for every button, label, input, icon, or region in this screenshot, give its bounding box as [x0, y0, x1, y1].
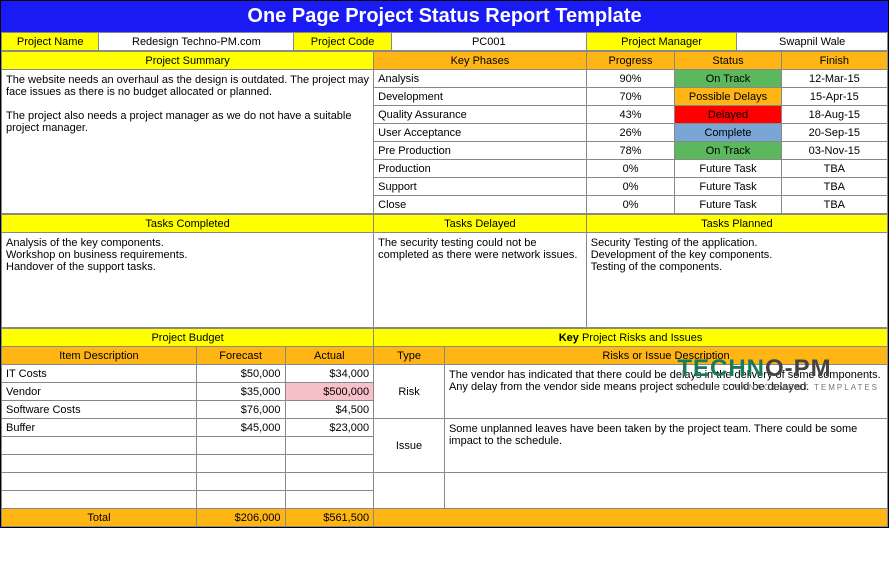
- budget-actual: $500,000: [285, 383, 374, 401]
- budget-total-label: Total: [2, 509, 197, 527]
- key-phases-header: Key Phases: [374, 52, 587, 70]
- phase-finish: TBA: [781, 160, 887, 178]
- phase-progress: 43%: [586, 106, 675, 124]
- status-header: Status: [675, 52, 781, 70]
- risk-type-header: Type: [374, 347, 445, 365]
- budget-item: [2, 473, 197, 491]
- phase-progress: 0%: [586, 178, 675, 196]
- budget-item: [2, 437, 197, 455]
- project-code-value: PC001: [391, 33, 586, 51]
- summary-phases: Project Summary Key Phases Progress Stat…: [1, 51, 888, 214]
- phase-status: Complete: [675, 124, 781, 142]
- risk-total-spacer: [374, 509, 888, 527]
- tasks-delayed-header: Tasks Delayed: [374, 215, 587, 233]
- phase-name: Development: [374, 88, 587, 106]
- budget-actual: $34,000: [285, 365, 374, 383]
- tasks-delayed-text: The security testing could not be comple…: [374, 233, 587, 328]
- risks-header: Key Project Risks and Issues: [374, 329, 888, 347]
- tasks-completed-text: Analysis of the key components.Workshop …: [2, 233, 374, 328]
- phase-finish: TBA: [781, 196, 887, 214]
- budget-risks: Project Budget Key Project Risks and Iss…: [1, 328, 888, 527]
- phase-progress: 26%: [586, 124, 675, 142]
- budget-forecast: $76,000: [196, 401, 285, 419]
- phase-progress: 0%: [586, 196, 675, 214]
- budget-item: IT Costs: [2, 365, 197, 383]
- project-budget-header: Project Budget: [2, 329, 374, 347]
- project-manager-value: Swapnil Wale: [737, 33, 888, 51]
- risk-desc: The vendor has indicated that there coul…: [444, 365, 887, 419]
- budget-actual: $23,000: [285, 419, 374, 437]
- tasks-section: Tasks Completed Tasks Delayed Tasks Plan…: [1, 214, 888, 328]
- item-desc-header: Item Description: [2, 347, 197, 365]
- budget-forecast: [196, 473, 285, 491]
- project-summary-text: The website needs an overhaul as the des…: [2, 70, 374, 214]
- budget-item: Vendor: [2, 383, 197, 401]
- phase-status: Future Task: [675, 160, 781, 178]
- budget-actual: [285, 473, 374, 491]
- phase-finish: 12-Mar-15: [781, 70, 887, 88]
- phase-status: Possible Delays: [675, 88, 781, 106]
- phase-name: Close: [374, 196, 587, 214]
- actual-header: Actual: [285, 347, 374, 365]
- risk-type-empty: [374, 473, 445, 509]
- info-row: Project Name Redesign Techno-PM.com Proj…: [1, 32, 888, 51]
- phase-finish: 03-Nov-15: [781, 142, 887, 160]
- tasks-planned-text: Security Testing of the application.Deve…: [586, 233, 887, 328]
- phase-name: Support: [374, 178, 587, 196]
- phase-status: On Track: [675, 70, 781, 88]
- budget-forecast: [196, 455, 285, 473]
- progress-header: Progress: [586, 52, 675, 70]
- forecast-header: Forecast: [196, 347, 285, 365]
- risk-desc-header: Risks or Issue Description: [444, 347, 887, 365]
- phase-progress: 70%: [586, 88, 675, 106]
- project-summary-header: Project Summary: [2, 52, 374, 70]
- report-title: One Page Project Status Report Template: [1, 1, 888, 32]
- budget-actual: [285, 437, 374, 455]
- tasks-planned-header: Tasks Planned: [586, 215, 887, 233]
- budget-actual: $4,500: [285, 401, 374, 419]
- phase-finish: 20-Sep-15: [781, 124, 887, 142]
- budget-total-actual: $561,500: [285, 509, 374, 527]
- finish-header: Finish: [781, 52, 887, 70]
- tasks-completed-header: Tasks Completed: [2, 215, 374, 233]
- phase-progress: 0%: [586, 160, 675, 178]
- budget-item: [2, 455, 197, 473]
- phase-progress: 90%: [586, 70, 675, 88]
- budget-actual: [285, 491, 374, 509]
- phase-name: Analysis: [374, 70, 587, 88]
- budget-actual: [285, 455, 374, 473]
- budget-forecast: $45,000: [196, 419, 285, 437]
- budget-forecast: $50,000: [196, 365, 285, 383]
- budget-forecast: $35,000: [196, 383, 285, 401]
- phase-status: Future Task: [675, 178, 781, 196]
- phase-name: User Acceptance: [374, 124, 587, 142]
- risk-type: Issue: [374, 419, 445, 473]
- project-code-label: Project Code: [294, 33, 391, 51]
- budget-forecast: [196, 491, 285, 509]
- budget-total-forecast: $206,000: [196, 509, 285, 527]
- project-name-value: Redesign Techno-PM.com: [99, 33, 294, 51]
- report-container: One Page Project Status Report Template …: [0, 0, 889, 528]
- phase-progress: 78%: [586, 142, 675, 160]
- phase-name: Production: [374, 160, 587, 178]
- risk-type: Risk: [374, 365, 445, 419]
- phase-name: Quality Assurance: [374, 106, 587, 124]
- budget-forecast: [196, 437, 285, 455]
- budget-item: Software Costs: [2, 401, 197, 419]
- phase-status: On Track: [675, 142, 781, 160]
- risk-desc-empty: [444, 473, 887, 509]
- budget-item: Buffer: [2, 419, 197, 437]
- phase-name: Pre Production: [374, 142, 587, 160]
- phase-finish: 15-Apr-15: [781, 88, 887, 106]
- phase-status: Future Task: [675, 196, 781, 214]
- budget-item: [2, 491, 197, 509]
- project-manager-label: Project Manager: [586, 33, 737, 51]
- project-name-label: Project Name: [2, 33, 99, 51]
- phase-finish: 18-Aug-15: [781, 106, 887, 124]
- phase-finish: TBA: [781, 178, 887, 196]
- risk-desc: Some unplanned leaves have been taken by…: [444, 419, 887, 473]
- phase-status: Delayed: [675, 106, 781, 124]
